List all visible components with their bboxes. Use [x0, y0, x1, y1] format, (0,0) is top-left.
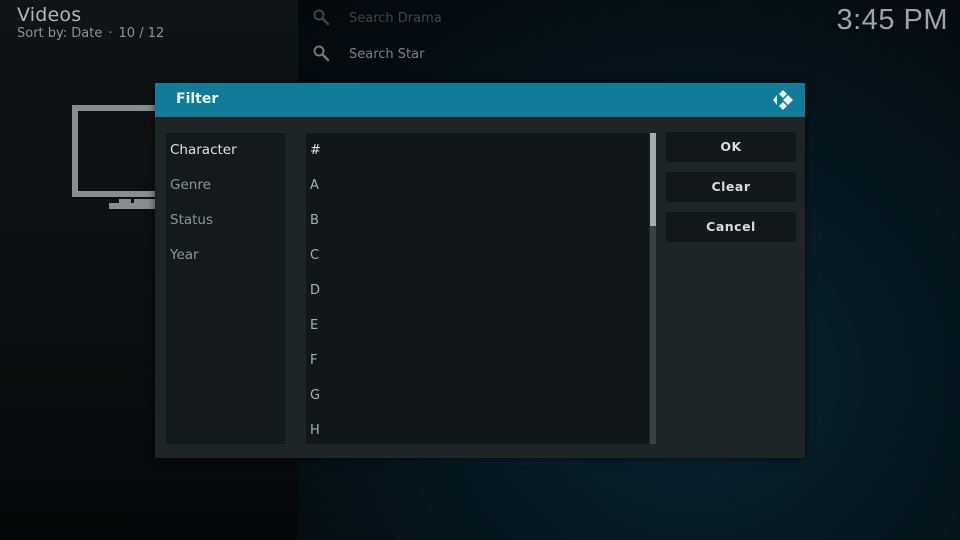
dialog-title: Filter — [176, 91, 219, 107]
sort-info: Sort by: Date · 10 / 12 — [17, 26, 164, 41]
search-icon — [313, 45, 330, 62]
search-icon — [313, 9, 330, 26]
scrollbar-thumb[interactable] — [650, 133, 656, 226]
option-item[interactable]: H — [310, 413, 320, 444]
search-item-star[interactable]: Search Star — [312, 42, 424, 66]
option-item[interactable]: # — [310, 133, 321, 168]
separator: · — [108, 26, 113, 41]
ok-button[interactable]: OK — [666, 132, 796, 162]
option-item[interactable]: G — [310, 378, 320, 413]
clock: 3:45 PM — [836, 4, 948, 36]
category-list: Character Genre Status Year — [166, 133, 285, 444]
dialog-header: Filter — [155, 83, 805, 117]
kodi-logo-icon — [773, 90, 793, 110]
option-list-scrollbar[interactable] — [650, 133, 656, 444]
category-item-status[interactable]: Status — [170, 203, 213, 238]
sort-label: Sort by: Date — [17, 26, 103, 41]
category-item-character[interactable]: Character — [170, 133, 237, 168]
search-item-label: Search Drama — [349, 10, 442, 26]
filter-dialog: Filter Character Genre Status Year # A B… — [155, 83, 805, 458]
cancel-button[interactable]: Cancel — [666, 212, 796, 242]
option-item[interactable]: F — [310, 343, 317, 378]
search-item-label: Search Star — [349, 46, 425, 62]
item-position: 10 / 12 — [118, 26, 165, 41]
page-title: Videos — [17, 4, 82, 26]
option-item[interactable]: B — [310, 203, 319, 238]
option-item[interactable]: A — [310, 168, 319, 203]
option-item[interactable]: D — [310, 273, 320, 308]
option-list: # A B C D E F G H — [306, 133, 649, 444]
option-item[interactable]: C — [310, 238, 319, 273]
option-item[interactable]: E — [310, 308, 318, 343]
category-item-year[interactable]: Year — [170, 238, 199, 273]
tv-icon — [72, 105, 156, 209]
search-item-drama[interactable]: Search Drama — [312, 6, 442, 30]
category-item-genre[interactable]: Genre — [170, 168, 211, 203]
clear-button[interactable]: Clear — [666, 172, 796, 202]
